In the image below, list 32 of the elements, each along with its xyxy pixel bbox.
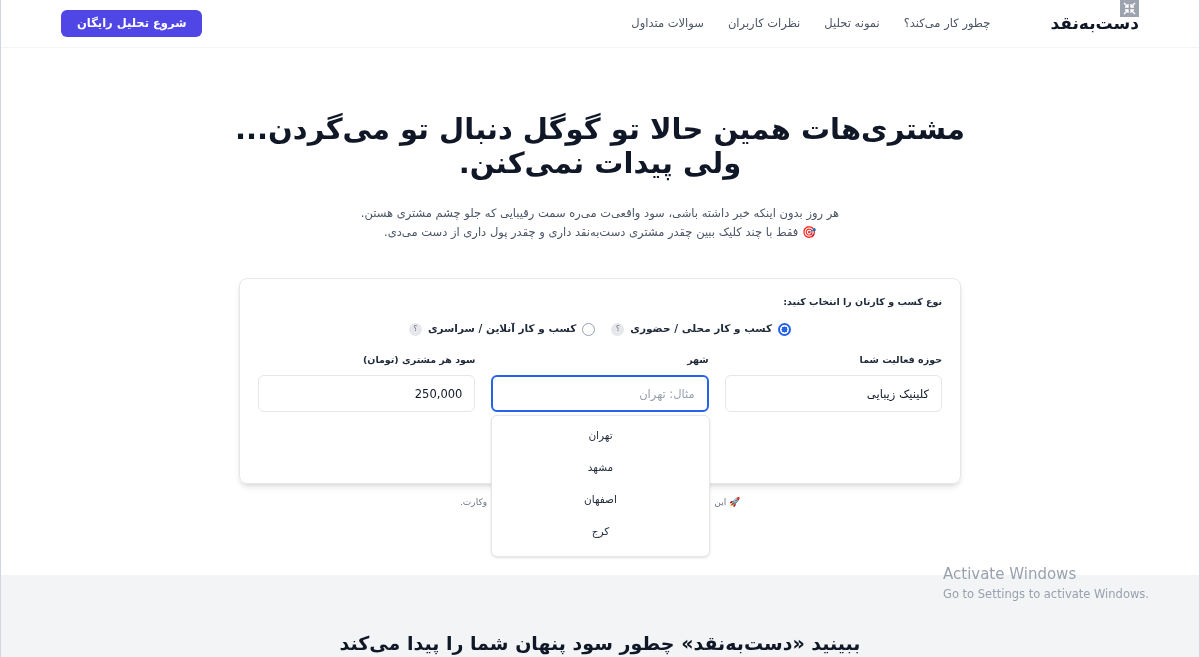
radio-button[interactable] [778, 322, 792, 336]
hero-title: ولی پیدات نمی‌کنن. [458, 146, 742, 180]
input-field[interactable]: مثال: تهران [491, 375, 709, 413]
input-field[interactable]: کلینیک زیبایی [724, 375, 942, 413]
suggestion-item[interactable]: کرج [492, 516, 709, 548]
field-label: شهر [686, 353, 709, 368]
start-button[interactable]: شروع تحلیل رایگان [61, 10, 203, 37]
collapse-icon[interactable] [1120, 0, 1139, 17]
section-title: ببینید «دست‌به‌نقد» چطور سود پنهان شما را پیدا می‌کند [339, 631, 861, 657]
input-field[interactable]: 250,000 [258, 375, 476, 413]
option-label[interactable]: کسب و کار محلی / حضوری [630, 321, 773, 337]
hero-subtitle: هر روز بدون اینکه خبر داشته باشی، سود واقعی‌ت می‌ره سمت رقیبایی که جلو چشم مشتری هستن. [360, 205, 840, 222]
field-label: سود هر مشتری (تومان) [361, 353, 476, 368]
note-text: 🚀 این [714, 496, 740, 509]
nav-link[interactable]: نظرات کاربران [727, 14, 801, 33]
option-label[interactable]: کسب و کار آنلاین / سراسری [427, 321, 577, 337]
hero-title: مشتری‌هات همین حالا تو گوگل دنبال تو می‌گردن... [234, 112, 966, 146]
suggestion-item[interactable]: اصفهان [492, 484, 709, 516]
suggestion-item[interactable]: تهران [492, 420, 709, 452]
type-label: نوع کسب و کارتان را انتخاب کنید: [782, 295, 942, 310]
hero-subtitle: 🎯 فقط با چند کلیک ببین چقدر مشتری دست‌به‌نقد داری و چقدر پول داری از دست می‌دی. [384, 224, 816, 241]
logo[interactable]: دست‌به‌نقد [1050, 10, 1139, 37]
activation-title: Activate Windows [943, 564, 1078, 585]
activation-subtitle: Go to Settings to activate Windows. [943, 585, 1149, 603]
nav-link[interactable]: چطور کار می‌کند؟ [903, 14, 991, 33]
nav-link[interactable]: نمونه تحلیل [824, 14, 880, 33]
suggestion-item[interactable]: مشهد [492, 452, 709, 484]
note-text: وکارت. [460, 496, 488, 509]
help-icon[interactable]: ؟ [611, 322, 625, 336]
nav-link[interactable]: سوالات متداول [631, 14, 704, 33]
help-icon[interactable]: ؟ [408, 322, 422, 336]
field-label: حوزه فعالیت شما [858, 353, 942, 368]
